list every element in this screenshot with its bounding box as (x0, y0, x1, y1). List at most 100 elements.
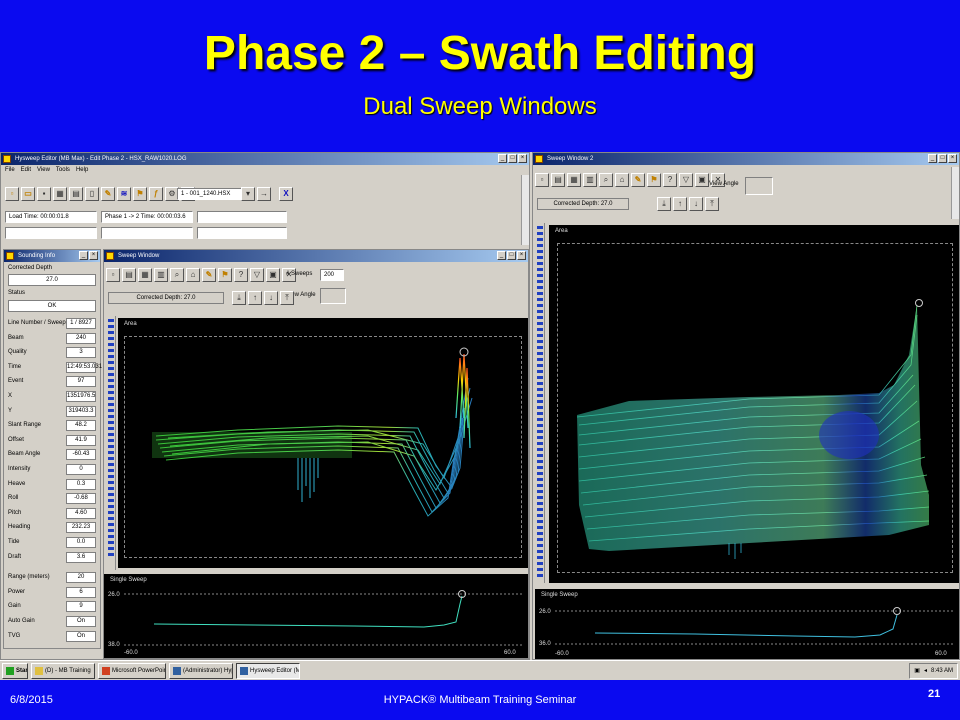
grid-icon[interactable]: ▦ (53, 187, 67, 201)
sounding-row-label: Power (8, 588, 26, 595)
view-icon[interactable]: ▫ (535, 173, 549, 187)
arrow-top-icon[interactable]: ⤒ (705, 197, 719, 211)
maximize-button[interactable]: □ (938, 154, 947, 163)
sounding-row-value: On (66, 630, 96, 642)
flag-icon[interactable]: ⚑ (218, 268, 232, 282)
line-select-value: 1 - 001_1240.HSX (181, 191, 231, 197)
close-button[interactable]: × (89, 251, 98, 260)
sounding-row-label: Line Number / Sweep (8, 320, 66, 326)
help-icon[interactable]: ? (234, 268, 248, 282)
maximize-button[interactable]: □ (508, 154, 517, 163)
note-icon[interactable]: ▯ (85, 187, 99, 201)
filter-icon[interactable]: ▽ (679, 173, 693, 187)
menu-edit[interactable]: Edit (21, 165, 31, 175)
new-icon[interactable]: ▫ (5, 187, 19, 201)
sweep-1-area-view[interactable]: Area (118, 318, 528, 568)
sweep-1-single-sweep-view[interactable]: Single Sweep 26.0 38.0 -60.0 60.0 (104, 574, 528, 658)
print-icon[interactable]: ▤ (69, 187, 83, 201)
arrow-down-icon[interactable]: ⤓ (232, 291, 246, 305)
minimize-button[interactable]: _ (928, 154, 937, 163)
minimize-button[interactable]: _ (498, 154, 507, 163)
sweep-2-single-sweep-view[interactable]: Single Sweep 26.0 36.0 -60.0 60.0 (535, 589, 959, 659)
open-icon[interactable]: ▭ (21, 187, 35, 201)
swath-3d-view (152, 347, 473, 517)
filter-icon[interactable]: ⚑ (133, 187, 147, 201)
view-icon[interactable]: ▫ (106, 268, 120, 282)
sweeps-input[interactable]: 200 (320, 269, 344, 281)
sweep-window-2: Sweep Window 2 _ □ × ▫ ▤ ▦ ▥ ⌕ ⌂ ✎ ⚑ ? ▽… (532, 152, 960, 660)
flag-icon[interactable]: ƒ (149, 187, 163, 201)
sweep-2-area-view[interactable]: Area (549, 225, 959, 583)
pencil-icon[interactable]: ✎ (631, 173, 645, 187)
filter-icon[interactable]: ▽ (250, 268, 264, 282)
flag-icon[interactable]: ⚑ (647, 173, 661, 187)
sounding-info-titlebar[interactable]: Sounding Info _ × (4, 250, 100, 262)
sounding-row-label: Slant Range (8, 422, 42, 429)
save-icon[interactable]: ▪ (37, 187, 51, 201)
info-field-3 (197, 211, 287, 223)
dropdown-arrow-icon[interactable]: ▾ (241, 187, 255, 201)
minimize-button[interactable]: _ (79, 251, 88, 260)
editor-title: Hysweep Editor (MB Max) - Edit Phase 2 -… (15, 156, 187, 162)
arrow-up-icon[interactable]: ↑ (248, 291, 262, 305)
sounding-row-value: 9 (66, 601, 96, 613)
home-icon[interactable]: ⌂ (186, 268, 200, 282)
table-icon[interactable]: ▥ (583, 173, 597, 187)
arrow-down-icon[interactable]: ⤓ (657, 197, 671, 211)
sounding-row-label: Beam Angle (8, 451, 41, 458)
menu-file[interactable]: File (5, 165, 15, 175)
selection-marker[interactable] (915, 299, 923, 307)
network-icon[interactable]: ▣ (914, 664, 920, 678)
volume-icon[interactable]: ◂ (924, 664, 927, 678)
taskbar-item-mb-training[interactable]: (D) - MB Training (31, 662, 95, 679)
line-select-dropdown[interactable]: 1 - 001_1240.HSX (177, 188, 249, 200)
clock[interactable]: 8:43 AM (931, 664, 953, 678)
taskbar-item-powerpoint[interactable]: Microsoft PowerPoint no... (98, 662, 166, 679)
sounding-row-label: Heading (8, 524, 31, 531)
taskbar: Start (D) - MB Training Microsoft PowerP… (0, 660, 960, 680)
pencil-icon[interactable]: ✎ (202, 268, 216, 282)
tool-icon[interactable]: ✎ (101, 187, 115, 201)
zoom-icon[interactable]: ⌕ (599, 173, 613, 187)
close-button[interactable]: × (948, 154, 957, 163)
arrow-down-icon[interactable]: ↓ (689, 197, 703, 211)
help-icon[interactable]: ? (663, 173, 677, 187)
sweep-2-scrollbar[interactable] (951, 167, 959, 219)
editor-titlebar[interactable]: Hysweep Editor (MB Max) - Edit Phase 2 -… (1, 153, 529, 165)
forward-arrow-icon[interactable]: → (257, 187, 271, 201)
folder-icon (35, 666, 43, 675)
arrow-top-icon[interactable]: ⤒ (280, 291, 294, 305)
exit-icon[interactable]: X (279, 187, 293, 201)
close-button[interactable]: × (517, 251, 526, 260)
view-angle-slider[interactable] (745, 177, 773, 195)
maximize-button[interactable]: □ (507, 251, 516, 260)
depth-ruler[interactable] (535, 223, 545, 583)
taskbar-item-hypack[interactable]: (Administrator) Hypack -... (169, 662, 233, 679)
grid-icon[interactable]: ▦ (567, 173, 581, 187)
lock-icon[interactable]: ▣ (266, 268, 280, 282)
editor-scrollbar[interactable] (521, 175, 529, 245)
arrow-up-icon[interactable]: ↑ (673, 197, 687, 211)
sounding-row-value: 3.6 (66, 551, 96, 563)
home-icon[interactable]: ⌂ (615, 173, 629, 187)
zoom-icon[interactable]: ⌕ (170, 268, 184, 282)
menu-tools[interactable]: Tools (56, 165, 70, 175)
close-button[interactable]: × (518, 154, 527, 163)
sweep-window-1-titlebar[interactable]: Sweep Window _ □ × (104, 250, 528, 262)
start-button[interactable]: Start (2, 662, 28, 679)
grid-icon[interactable]: ▦ (138, 268, 152, 282)
menu-help[interactable]: Help (76, 165, 88, 175)
view-angle-slider[interactable] (320, 288, 346, 304)
minimize-button[interactable]: _ (497, 251, 506, 260)
table-icon[interactable]: ▥ (154, 268, 168, 282)
list-icon[interactable]: ▤ (122, 268, 136, 282)
depth-ruler[interactable] (106, 316, 116, 570)
tide-icon[interactable]: ≋ (117, 187, 131, 201)
menu-view[interactable]: View (37, 165, 50, 175)
arrow-down-icon[interactable]: ↓ (264, 291, 278, 305)
taskbar-label: Hysweep Editor (MB ... (250, 667, 299, 674)
lock-icon[interactable]: ▣ (695, 173, 709, 187)
taskbar-item-hysweep-editor[interactable]: Hysweep Editor (MB ... (236, 662, 300, 679)
list-icon[interactable]: ▤ (551, 173, 565, 187)
sweep-window-2-titlebar[interactable]: Sweep Window 2 _ □ × (533, 153, 959, 165)
